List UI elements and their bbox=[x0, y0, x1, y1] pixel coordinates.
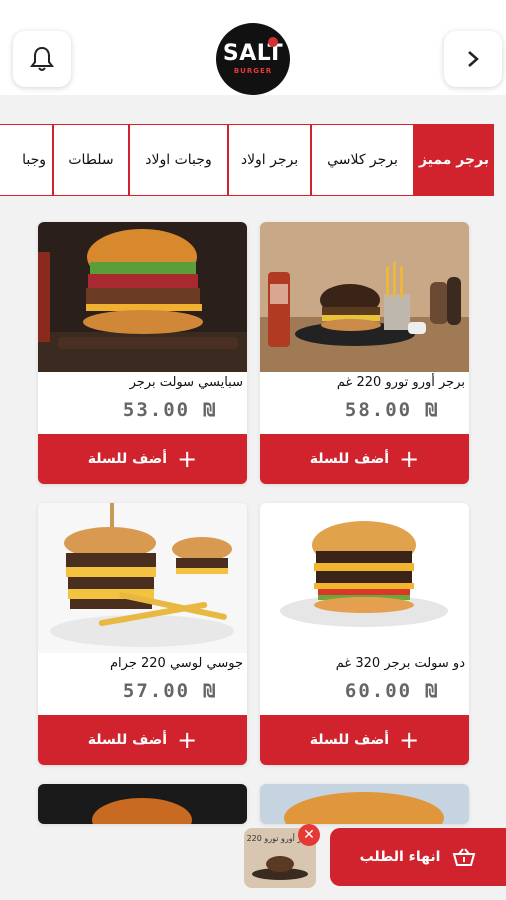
tab-special-burger[interactable]: برجر مميز bbox=[414, 124, 494, 196]
tab-meals[interactable]: وجبا bbox=[0, 124, 53, 196]
finish-order-button[interactable]: انهاء الطلب bbox=[330, 828, 506, 886]
add-to-cart-button[interactable]: + أضف للسلة bbox=[260, 434, 469, 484]
product-name: جوسي لوسي 220 جرام bbox=[110, 656, 243, 671]
category-tabs: برجر مميز برجر كلاسي برجر اولاد وجبات او… bbox=[0, 124, 506, 196]
finish-order-label: انهاء الطلب bbox=[359, 849, 441, 865]
product-name: سبايسي سولت برجر bbox=[129, 375, 243, 390]
plus-icon: + bbox=[177, 726, 198, 754]
product-image bbox=[38, 503, 247, 653]
product-image bbox=[260, 222, 469, 372]
logo-subtext: BURGER bbox=[233, 67, 273, 75]
product-price: 53.00 ₪ bbox=[122, 399, 217, 421]
product-name: دو سولت برجر 320 غم bbox=[335, 656, 465, 671]
tab-kids-burger[interactable]: برجر اولاد bbox=[228, 124, 311, 196]
product-card[interactable]: جوسي لوسي 220 جرام 57.00 ₪ + أضف للسلة bbox=[38, 503, 247, 765]
plus-icon: + bbox=[399, 445, 420, 473]
product-card[interactable]: سبايسي سولت برجر 53.00 ₪ + أضف للسلة bbox=[38, 222, 247, 484]
product-card[interactable] bbox=[260, 784, 469, 824]
product-image bbox=[260, 784, 469, 824]
salt-burger-logo[interactable]: SALT BURGER bbox=[216, 23, 290, 95]
add-to-cart-button[interactable]: + أضف للسلة bbox=[260, 715, 469, 765]
notifications-button[interactable] bbox=[13, 31, 71, 87]
chevron-right-icon bbox=[468, 51, 479, 67]
product-card[interactable] bbox=[38, 784, 247, 824]
back-button[interactable] bbox=[444, 31, 502, 87]
product-image bbox=[260, 503, 469, 653]
plus-icon: + bbox=[177, 445, 198, 473]
add-to-cart-label: أضف للسلة bbox=[87, 732, 168, 748]
tab-salads[interactable]: سلطات bbox=[53, 124, 129, 196]
add-to-cart-button[interactable]: + أضف للسلة bbox=[38, 434, 247, 484]
bell-icon bbox=[30, 46, 54, 71]
add-to-cart-button[interactable]: + أضف للسلة bbox=[38, 715, 247, 765]
add-to-cart-label: أضف للسلة bbox=[309, 451, 390, 467]
product-image bbox=[38, 784, 247, 824]
remove-item-button[interactable]: ✕ bbox=[298, 824, 320, 846]
product-price: 58.00 ₪ bbox=[344, 399, 439, 421]
add-to-cart-label: أضف للسلة bbox=[309, 732, 390, 748]
product-card[interactable]: دو سولت برجر 320 غم 60.00 ₪ + أضف للسلة bbox=[260, 503, 469, 765]
product-price: 60.00 ₪ bbox=[344, 680, 439, 702]
product-name: برجر أورو تورو 220 غم bbox=[336, 375, 465, 390]
tab-classic-burger[interactable]: برجر كلاسي bbox=[311, 124, 414, 196]
top-bar: SALT BURGER bbox=[0, 0, 506, 95]
logo-flame-icon bbox=[268, 37, 278, 47]
product-price: 57.00 ₪ bbox=[122, 680, 217, 702]
basket-icon bbox=[453, 848, 476, 866]
add-to-cart-label: أضف للسلة bbox=[87, 451, 168, 467]
product-card[interactable]: برجر أورو تورو 220 غم 58.00 ₪ + أضف للسل… bbox=[260, 222, 469, 484]
tab-kids-meals[interactable]: وجبات اولاد bbox=[129, 124, 228, 196]
plus-icon: + bbox=[399, 726, 420, 754]
product-image bbox=[38, 222, 247, 372]
